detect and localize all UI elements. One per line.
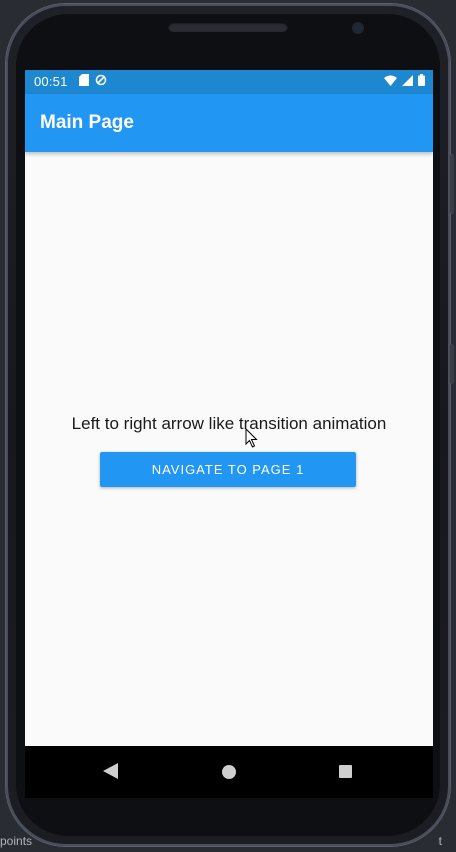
status-icons-right <box>384 70 425 94</box>
front-camera <box>354 24 362 32</box>
battery-icon <box>418 73 425 91</box>
status-icons-left <box>79 70 107 94</box>
recents-icon[interactable] <box>339 765 352 778</box>
transition-description: Left to right arrow like transition anim… <box>71 414 387 433</box>
earpiece-speaker <box>168 22 288 32</box>
wifi-icon <box>384 73 397 91</box>
signal-icon <box>402 73 413 91</box>
mouse-pointer-icon <box>245 427 259 453</box>
sync-icon <box>95 73 107 91</box>
main-content: Left to right arrow like transition anim… <box>25 152 433 746</box>
home-icon[interactable] <box>222 765 236 779</box>
navigate-to-page-1-button[interactable]: NAVIGATE TO PAGE 1 <box>100 452 356 487</box>
volume-button[interactable] <box>450 154 454 214</box>
back-icon[interactable] <box>103 763 118 784</box>
status-time: 00:51 <box>34 74 68 89</box>
sd-card-icon <box>79 73 89 91</box>
power-button[interactable] <box>450 344 454 384</box>
status-bar: 00:51 <box>25 70 433 94</box>
emulator-stage: points t 00:51 Main Page Left to right a… <box>0 0 456 852</box>
page-title: Main Page <box>40 112 134 133</box>
system-navigation-bar <box>25 746 433 798</box>
app-bar: Main Page <box>25 94 433 152</box>
device-screen: 00:51 Main Page Left to right arrow like… <box>25 70 433 746</box>
